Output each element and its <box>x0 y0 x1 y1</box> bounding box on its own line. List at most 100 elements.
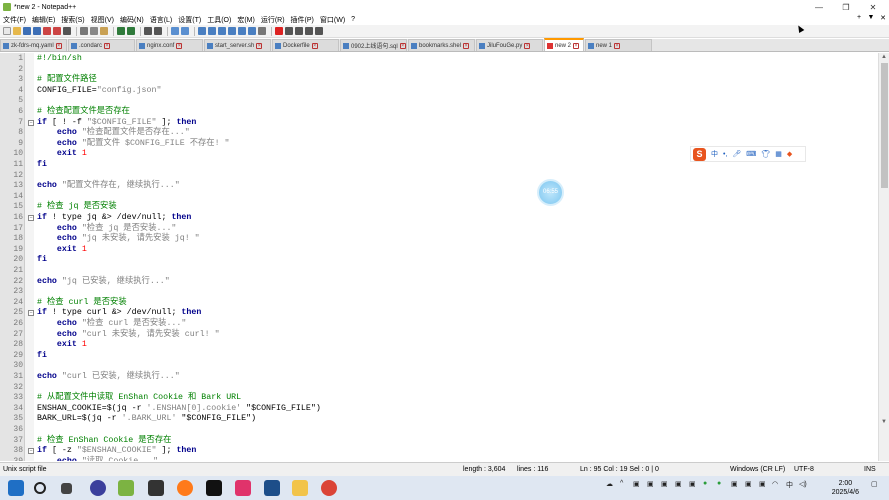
doc-list-button[interactable]: ▼ <box>865 14 877 22</box>
tray-app-icon[interactable]: ● <box>717 480 721 487</box>
microphone-icon[interactable]: 🎤︎ <box>732 150 741 158</box>
status-eol[interactable]: Windows (CR LF) <box>730 466 785 473</box>
tab-close-icon[interactable]: × <box>176 42 183 49</box>
tray-app-icon[interactable]: ▣ <box>633 480 640 488</box>
fold-toggle-icon[interactable]: − <box>28 448 34 455</box>
code-line[interactable]: 20 fi <box>0 255 878 266</box>
doc-map-icon[interactable] <box>238 27 246 35</box>
record-macro-icon[interactable] <box>275 27 283 35</box>
replace-icon[interactable] <box>154 27 162 35</box>
menu-window[interactable]: 窗口(W) <box>317 15 348 25</box>
save-all-icon[interactable] <box>33 27 41 35</box>
menu-run[interactable]: 运行(R) <box>258 15 288 25</box>
cut-icon[interactable] <box>80 27 88 35</box>
function-list-icon[interactable] <box>248 27 256 35</box>
menu-help[interactable]: ? <box>348 16 358 23</box>
tab-close-icon[interactable]: × <box>614 42 621 49</box>
print-icon[interactable] <box>63 27 71 35</box>
code-line[interactable]: 29 fi <box>0 351 878 362</box>
weather-icon[interactable]: ☁︎ <box>606 480 613 488</box>
tray-app-icon[interactable]: ▣ <box>759 480 766 488</box>
code-line[interactable]: 37 # 检查 EnShan Cookie 是否存在 <box>0 436 878 447</box>
menu-search[interactable]: 搜索(S) <box>58 15 87 25</box>
code-line[interactable]: 1 #!/bin/sh <box>0 54 878 65</box>
tab-document[interactable]: nginx.conf × <box>136 39 203 51</box>
code-line[interactable]: 7− if [ ! -f "$CONFIG_FILE" ]; then <box>0 118 878 129</box>
tray-wechat-icon[interactable]: ● <box>703 480 707 487</box>
search-icon[interactable] <box>34 482 46 494</box>
scrollbar-thumb[interactable] <box>881 63 888 188</box>
code-line[interactable]: 26 echo "检查 curl 是否安装..." <box>0 319 878 330</box>
show-all-chars-icon[interactable] <box>218 27 226 35</box>
ime-mode-indicator[interactable]: 中 <box>711 149 718 159</box>
tab-document[interactable]: JiluFouGe.py × <box>476 39 543 51</box>
code-line[interactable]: 32 <box>0 383 878 394</box>
notification-icon[interactable]: ▢ <box>871 480 878 488</box>
code-line[interactable]: 23 <box>0 287 878 298</box>
menu-file[interactable]: 文件(F) <box>0 15 29 25</box>
tray-app-icon[interactable]: ▣ <box>675 480 682 488</box>
undo-icon[interactable] <box>117 27 125 35</box>
code-line[interactable]: 28 exit 1 <box>0 340 878 351</box>
tab-close-icon[interactable]: × <box>104 42 111 49</box>
code-line[interactable]: 36 <box>0 425 878 436</box>
stop-macro-icon[interactable] <box>285 27 293 35</box>
tab-close-icon[interactable]: × <box>573 42 580 49</box>
close-all-icon[interactable] <box>53 27 61 35</box>
redo-icon[interactable] <box>127 27 135 35</box>
tab-close-icon[interactable]: × <box>55 42 62 49</box>
zoom-in-icon[interactable] <box>171 27 179 35</box>
save-icon[interactable] <box>23 27 31 35</box>
code-line[interactable]: 39 echo "读取 Cookie..." <box>0 457 878 461</box>
tab-close-icon[interactable]: × <box>256 42 263 49</box>
minimize-button[interactable]: — <box>806 0 832 14</box>
menu-plugins[interactable]: 插件(P) <box>288 15 317 25</box>
chrome-taskbar-icon[interactable] <box>321 480 337 496</box>
status-insert-mode[interactable]: INS <box>864 466 876 473</box>
notepadpp-taskbar-icon[interactable] <box>118 480 134 496</box>
menu-tools[interactable]: 工具(O) <box>204 15 234 25</box>
zoom-out-icon[interactable] <box>181 27 189 35</box>
code-editor[interactable]: 1 #!/bin/sh 2 3 # 配置文件路径 4 CONFIG_FILE="config… <box>0 53 878 461</box>
shield-taskbar-icon[interactable] <box>264 480 280 496</box>
code-line[interactable]: 15 # 检查 jq 是否安装 <box>0 202 878 213</box>
tab-active[interactable]: new 2 × <box>544 38 584 51</box>
close-button[interactable]: ✕ <box>860 0 886 14</box>
tab-close-icon[interactable]: × <box>399 42 406 49</box>
status-encoding[interactable]: UTF-8 <box>794 466 814 473</box>
copy-icon[interactable] <box>90 27 98 35</box>
code-line[interactable]: 14 <box>0 192 878 203</box>
save-macro-icon[interactable] <box>315 27 323 35</box>
close-file-icon[interactable] <box>43 27 51 35</box>
code-line[interactable]: 18 echo "jq 未安装, 请先安装 jq! " <box>0 234 878 245</box>
play-macro-icon[interactable] <box>295 27 303 35</box>
skin-icon[interactable]: 👕︎ <box>761 150 770 158</box>
code-line[interactable]: 35 BARK_URL=$(jq -r '.BARK_URL' "$CONFIG_… <box>0 414 878 425</box>
code-line[interactable]: 8 echo "检查配置文件是否存在..." <box>0 128 878 139</box>
tab-close-icon[interactable]: × <box>463 42 470 49</box>
keyboard-icon[interactable]: ⌨︎ <box>746 150 756 158</box>
code-line[interactable]: 24 # 检查 curl 是否安装 <box>0 298 878 309</box>
code-line[interactable]: 33 # 从配置文件中读取 EnShan Cookie 和 Bark URL <box>0 393 878 404</box>
menu-encoding[interactable]: 编码(N) <box>117 15 147 25</box>
paste-icon[interactable] <box>100 27 108 35</box>
fold-toggle-icon[interactable]: − <box>28 119 34 126</box>
terminal-taskbar-icon[interactable] <box>148 480 164 496</box>
indent-guide-icon[interactable] <box>228 27 236 35</box>
app-icon-circle[interactable] <box>90 480 106 496</box>
folder-workspace-icon[interactable] <box>258 27 266 35</box>
menu-edit[interactable]: 编辑(E) <box>29 15 58 25</box>
code-line[interactable]: 30 <box>0 361 878 372</box>
task-view-icon[interactable] <box>61 483 72 494</box>
network-speed-widget[interactable]: 06:55 <box>537 179 564 206</box>
tab-document[interactable]: .condarc × <box>68 39 135 51</box>
menu-macro[interactable]: 宏(M) <box>234 15 258 25</box>
tab-document[interactable]: start_server.sh × <box>204 39 271 51</box>
open-file-icon[interactable] <box>13 27 21 35</box>
tray-app-icon[interactable]: ▣ <box>745 480 752 488</box>
code-line[interactable]: 6 # 检查配置文件是否存在 <box>0 107 878 118</box>
code-line[interactable]: 17 echo "检查 jq 是否安装..." <box>0 224 878 235</box>
tray-app-icon[interactable]: ▣ <box>731 480 738 488</box>
tab-document[interactable]: Dockerfile × <box>272 39 339 51</box>
tab-document[interactable]: 0902上线语句.sql × <box>340 39 407 51</box>
